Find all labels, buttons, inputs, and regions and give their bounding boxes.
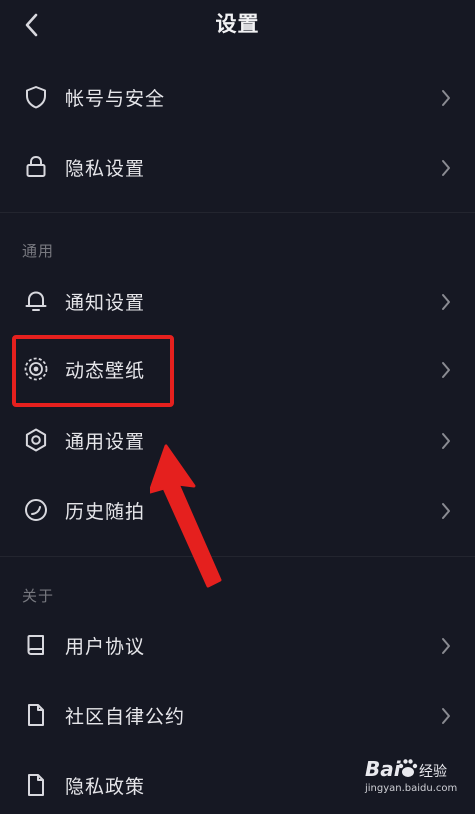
bell-icon <box>23 288 49 314</box>
chevron-right-icon <box>440 706 452 726</box>
watermark-brand: Bai <box>365 757 401 781</box>
document-icon <box>23 702 49 728</box>
lock-icon <box>23 154 49 180</box>
chevron-right-icon <box>440 360 452 380</box>
paw-icon <box>397 757 419 779</box>
chevron-right-icon <box>440 88 452 108</box>
section-divider <box>0 556 475 557</box>
settings-item-label: 用户协议 <box>65 636 146 658</box>
settings-item-privacy[interactable]: 隐私设置 <box>0 140 475 196</box>
settings-item-label: 通用设置 <box>65 431 146 453</box>
chevron-right-icon <box>440 158 452 178</box>
watermark-brand-cn: 经验 <box>419 764 447 780</box>
book-icon <box>23 632 49 658</box>
settings-item-history[interactable]: 历史随拍 <box>0 483 475 539</box>
settings-item-label: 历史随拍 <box>65 501 146 523</box>
section-title-about: 关于 <box>22 587 55 605</box>
settings-item-label: 帐号与安全 <box>65 88 166 110</box>
section-divider <box>0 212 475 213</box>
chevron-right-icon <box>440 636 452 656</box>
chevron-right-icon <box>440 292 452 312</box>
settings-item-user-agreement[interactable]: 用户协议 <box>0 618 475 674</box>
settings-item-label: 隐私设置 <box>65 158 146 180</box>
page-title: 设置 <box>215 12 260 36</box>
settings-item-general[interactable]: 通用设置 <box>0 413 475 469</box>
settings-item-community-guidelines[interactable]: 社区自律公约 <box>0 688 475 744</box>
watermark-url: jingyan.baidu.com <box>365 783 458 794</box>
baidu-watermark: Bai 经验 jingyan.baidu.com <box>365 753 475 803</box>
settings-item-notifications[interactable]: 通知设置 <box>0 274 475 330</box>
gear-icon <box>23 427 49 453</box>
settings-item-label: 社区自律公约 <box>65 706 186 728</box>
section-title-general: 通用 <box>22 242 55 260</box>
chevron-right-icon <box>440 431 452 451</box>
pointer-arrow <box>150 440 230 590</box>
header: 设置 <box>0 0 475 56</box>
highlight-box <box>12 335 174 407</box>
document-icon <box>23 772 49 798</box>
settings-item-label: 通知设置 <box>65 292 146 314</box>
settings-item-account-security[interactable]: 帐号与安全 <box>0 70 475 126</box>
shield-icon <box>23 84 49 110</box>
settings-item-label: 隐私政策 <box>65 776 146 798</box>
history-icon <box>23 497 49 523</box>
chevron-right-icon <box>440 501 452 521</box>
